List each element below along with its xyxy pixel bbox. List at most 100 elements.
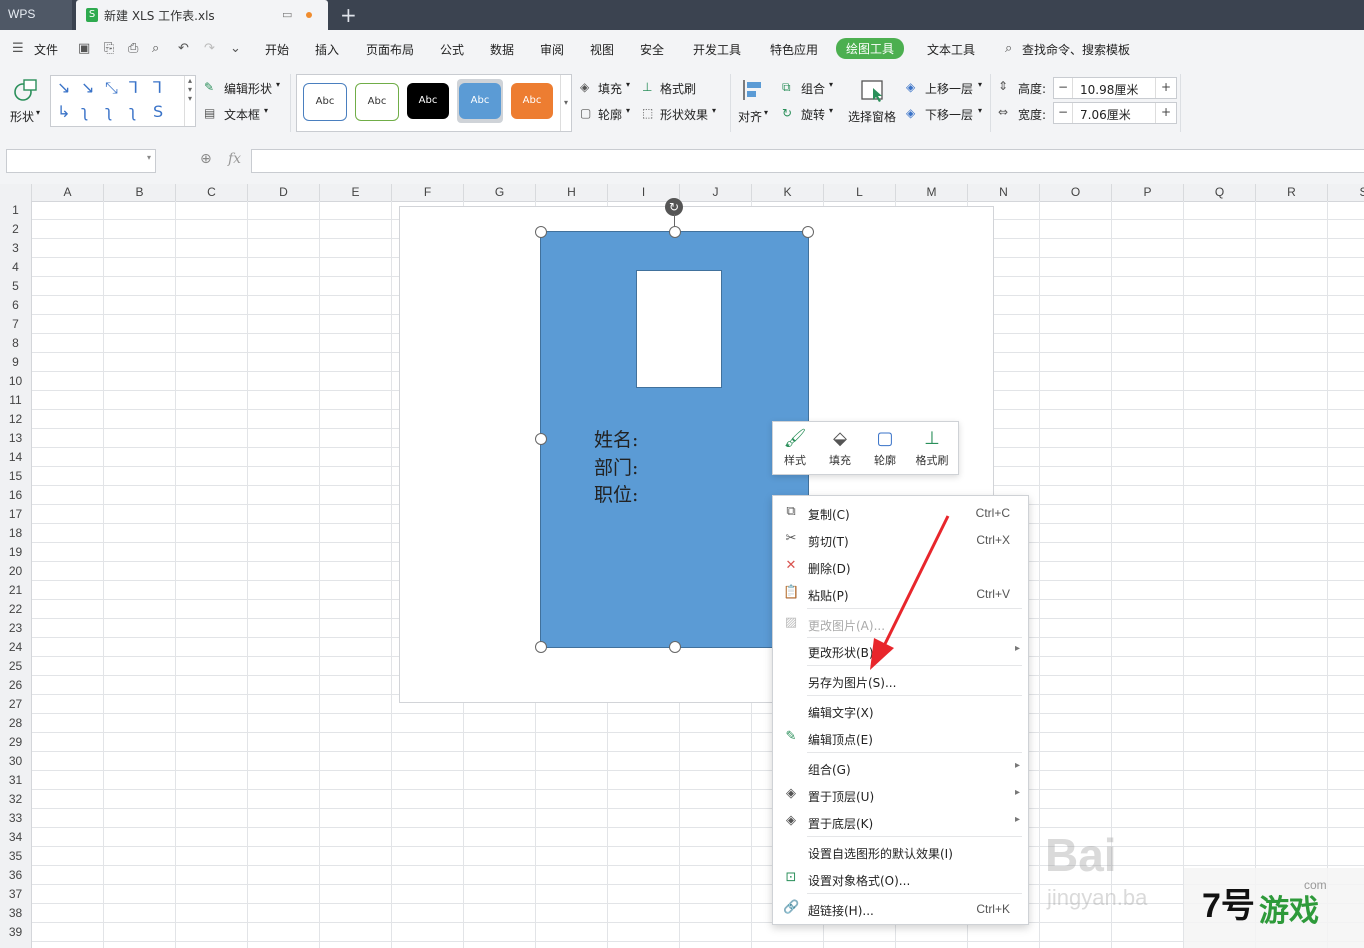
group-button[interactable]: 组合 <box>801 80 825 97</box>
card-name-field[interactable]: 姓名: <box>594 425 638 452</box>
style-fill-orange[interactable]: Abc <box>511 83 553 119</box>
row-header[interactable]: 6 <box>0 296 31 315</box>
shape-style-gallery[interactable]: Abc Abc Abc Abc Abc ▾ <box>296 74 572 132</box>
width-increase-button[interactable]: + <box>1155 103 1176 123</box>
fill-button[interactable]: 填充 <box>598 80 622 97</box>
zoom-icon[interactable]: ⊕ <box>200 151 212 167</box>
row-header[interactable]: 11 <box>0 391 31 410</box>
menu-item-edit-points[interactable]: ✎ 编辑顶点(E) <box>773 724 1028 751</box>
row-header[interactable]: 28 <box>0 714 31 733</box>
elbow-connector-icon[interactable]: ⅂ <box>129 78 138 97</box>
style-fill-black[interactable]: Abc <box>407 83 449 119</box>
menu-special[interactable]: 特色应用 <box>770 41 818 58</box>
line-shapes-gallery[interactable]: ↘ ↘ ⤡ ⅂ ⅂ ↳ ʅ ʅ ʅ S ▴ ▾ ▾ <box>50 75 196 127</box>
shape-label[interactable]: 形状 <box>10 108 34 125</box>
menu-drawing-tools[interactable]: 绘图工具 <box>836 38 905 59</box>
chevron-down-icon[interactable]: ▾ <box>36 108 40 117</box>
row-header[interactable]: 23 <box>0 619 31 638</box>
column-header[interactable]: S <box>1328 184 1364 201</box>
customize-chevron-icon[interactable]: ⌄ <box>230 41 241 56</box>
row-header[interactable]: 8 <box>0 334 31 353</box>
menu-text-tools[interactable]: 文本工具 <box>927 41 975 58</box>
gallery-scroll[interactable]: ▴ ▾ ▾ <box>184 76 195 126</box>
column-header[interactable]: O <box>1040 184 1112 201</box>
menu-security[interactable]: 安全 <box>640 41 664 58</box>
new-tab-button[interactable]: + <box>340 3 357 27</box>
outline-button[interactable]: 轮廓 <box>598 106 622 123</box>
menu-insert[interactable]: 插入 <box>315 41 339 58</box>
hamburger-icon[interactable]: ☰ <box>12 41 24 56</box>
menu-home[interactable]: 开始 <box>265 41 289 58</box>
row-header[interactable]: 29 <box>0 733 31 752</box>
elbow-arrow-icon[interactable]: ⅂ <box>153 78 162 97</box>
row-header[interactable]: 35 <box>0 847 31 866</box>
menu-developer[interactable]: 开发工具 <box>693 41 741 58</box>
undo-icon[interactable]: ↶ <box>178 41 189 56</box>
column-header[interactable]: A <box>32 184 104 201</box>
style-fill-blue[interactable]: Abc <box>459 83 501 119</box>
menu-data[interactable]: 数据 <box>490 41 514 58</box>
width-value[interactable]: 7.06厘米 <box>1080 106 1131 123</box>
row-header[interactable]: 30 <box>0 752 31 771</box>
row-header[interactable]: 1 <box>0 201 31 220</box>
column-header[interactable]: R <box>1256 184 1328 201</box>
row-header[interactable]: 25 <box>0 657 31 676</box>
row-header[interactable]: 32 <box>0 790 31 809</box>
row-header[interactable]: 31 <box>0 771 31 790</box>
row-header[interactable]: 13 <box>0 429 31 448</box>
height-increase-button[interactable]: + <box>1155 78 1176 98</box>
column-header[interactable]: L <box>824 184 896 201</box>
style-outline-blue[interactable]: Abc <box>303 83 347 121</box>
column-header[interactable]: H <box>536 184 608 201</box>
photo-placeholder-rect[interactable] <box>636 270 722 388</box>
row-header[interactable]: 39 <box>0 923 31 942</box>
menu-file[interactable]: 文件 <box>34 41 58 58</box>
resize-handle-top-left[interactable] <box>535 226 547 238</box>
chevron-down-icon[interactable]: ▾ <box>264 106 268 115</box>
mini-style-button[interactable]: 🖌 样式 <box>773 426 817 468</box>
shape-gallery-button[interactable] <box>12 78 38 102</box>
preview-icon[interactable]: ⌕ <box>152 41 159 56</box>
chevron-down-icon[interactable]: ▾ <box>829 80 833 89</box>
save-icon[interactable]: ▣ <box>78 41 90 56</box>
row-header[interactable]: 14 <box>0 448 31 467</box>
chevron-down-icon[interactable]: ▾ <box>626 80 630 89</box>
menu-item-format-object[interactable]: ⊡ 设置对象格式(O)... <box>773 865 1028 892</box>
mini-painter-button[interactable]: ⊥ 格式刷 <box>910 426 954 468</box>
fx-label[interactable]: fx <box>228 151 241 167</box>
name-box[interactable]: ▾ <box>6 149 156 173</box>
send-backward-button[interactable]: 下移一层 <box>925 106 973 123</box>
height-stepper[interactable]: − 10.98厘米 + <box>1053 77 1177 99</box>
row-header[interactable]: 7 <box>0 315 31 334</box>
tab-document[interactable]: S 新建 XLS 工作表.xls ▭ <box>76 0 328 30</box>
column-header[interactable]: F <box>392 184 464 201</box>
curve-double-arrow-icon[interactable]: ʅ <box>129 102 136 121</box>
menu-formula[interactable]: 公式 <box>440 41 464 58</box>
row-header[interactable]: 19 <box>0 543 31 562</box>
menu-page-layout[interactable]: 页面布局 <box>366 41 414 58</box>
row-header[interactable]: 4 <box>0 258 31 277</box>
curve-connector-icon[interactable]: ʅ <box>81 102 88 121</box>
chevron-down-icon[interactable]: ▾ <box>764 108 768 117</box>
height-decrease-button[interactable]: − <box>1054 78 1073 98</box>
menu-view[interactable]: 视图 <box>590 41 614 58</box>
row-header[interactable]: 27 <box>0 695 31 714</box>
row-header[interactable]: 20 <box>0 562 31 581</box>
row-header[interactable]: 38 <box>0 904 31 923</box>
row-header[interactable]: 36 <box>0 866 31 885</box>
column-header[interactable]: P <box>1112 184 1184 201</box>
row-header[interactable]: 12 <box>0 410 31 429</box>
row-header[interactable]: 26 <box>0 676 31 695</box>
row-header[interactable]: 15 <box>0 467 31 486</box>
freeform-icon[interactable]: S <box>153 102 163 121</box>
row-header[interactable]: 18 <box>0 524 31 543</box>
row-header[interactable]: 22 <box>0 600 31 619</box>
column-header[interactable]: D <box>248 184 320 201</box>
tab-wps-home[interactable]: WPS <box>0 0 72 30</box>
column-header[interactable]: C <box>176 184 248 201</box>
formula-input[interactable] <box>251 149 1364 173</box>
line-icon[interactable]: ↘ <box>57 78 70 97</box>
row-header[interactable]: 2 <box>0 220 31 239</box>
menu-item-hyperlink[interactable]: 🔗 超链接(H)... Ctrl+K <box>773 895 1028 922</box>
menu-item-bring-to-front[interactable]: ◈ 置于顶层(U) ▸ <box>773 781 1028 808</box>
